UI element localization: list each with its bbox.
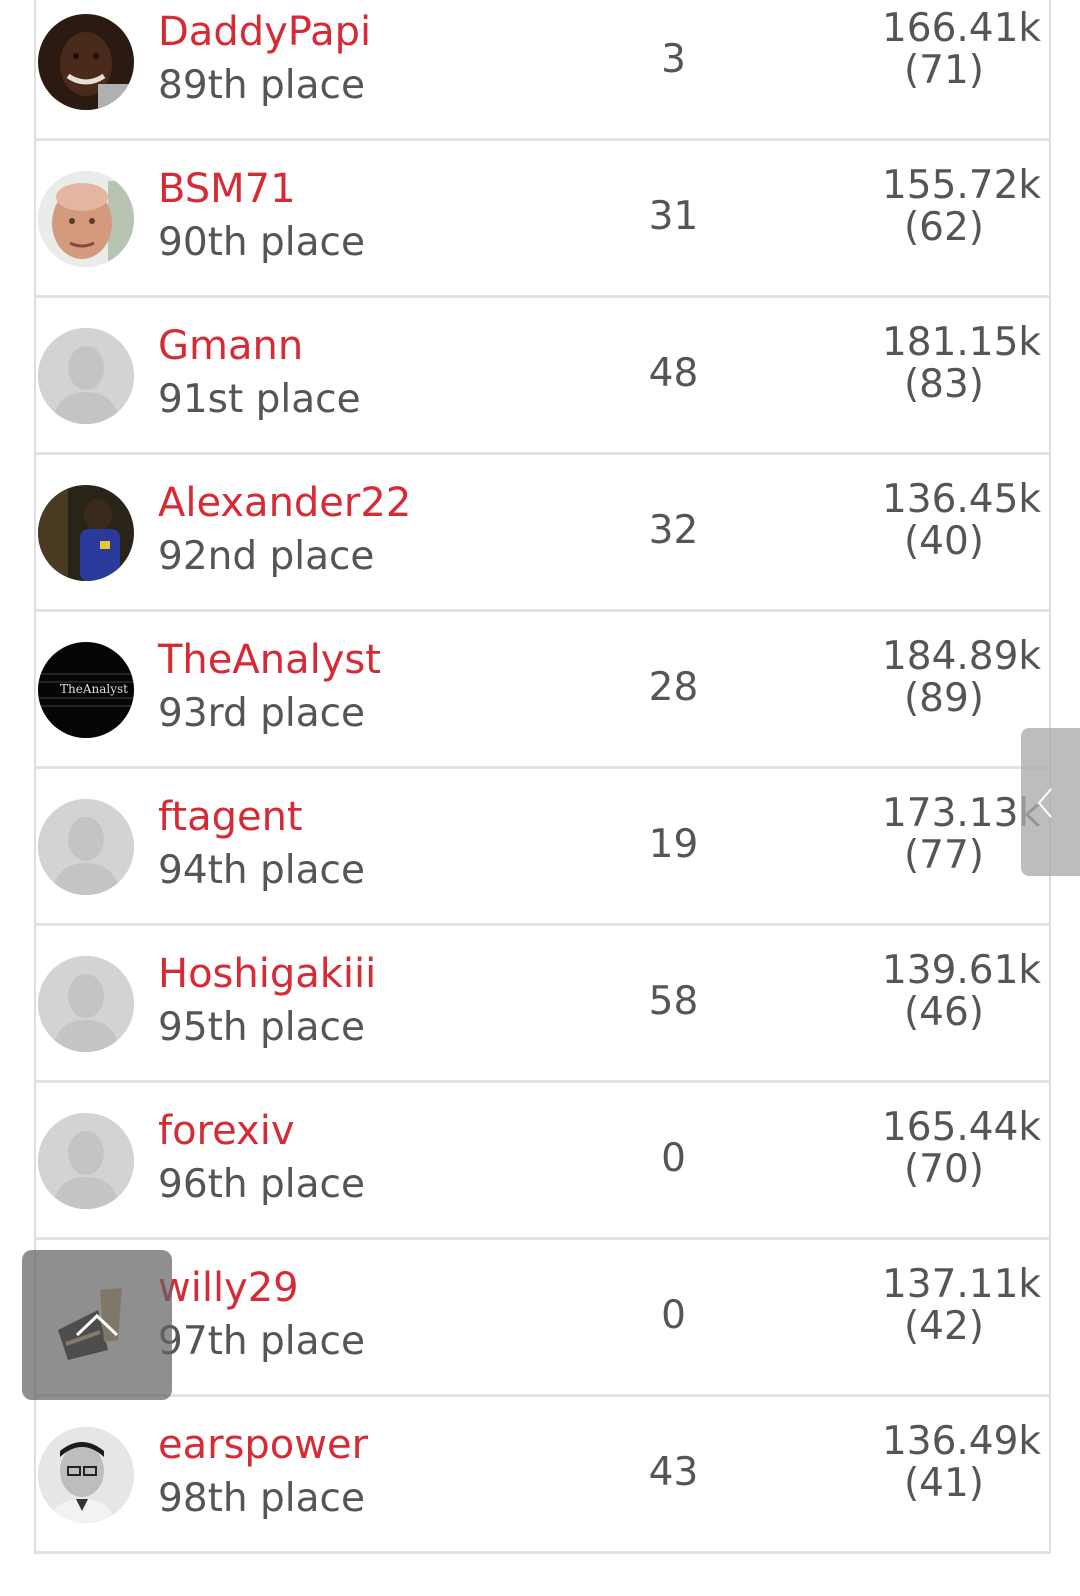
scroll-to-top-button[interactable]	[22, 1250, 172, 1400]
score-cell: 137.11k (42)	[841, 1264, 1041, 1348]
rank-value: (40)	[903, 519, 985, 564]
default-user-icon	[38, 956, 134, 1052]
rank-value: (71)	[903, 48, 985, 93]
score-cell: 181.15k (83)	[841, 322, 1041, 406]
place-label: 95th place	[158, 1005, 365, 1050]
place-label: 94th place	[158, 848, 365, 893]
default-user-icon	[38, 1113, 134, 1209]
count-value: 31	[648, 194, 699, 239]
leaderboard-row[interactable]: forexiv 96th place 0 165.44k (70)	[36, 1083, 1049, 1240]
user-name-link[interactable]: forexiv	[158, 1105, 294, 1157]
user-name-link[interactable]: ftagent	[158, 791, 303, 843]
leaderboard-row[interactable]: earspower 98th place 43 136.49k (41)	[36, 1397, 1049, 1554]
score-cell: 136.49k (41)	[841, 1421, 1041, 1505]
rank-value: (46)	[903, 990, 985, 1035]
leaderboard-page: DaddyPapi 89th place 3 166.41k (71) BSM7…	[0, 0, 1080, 1596]
count-value: 3	[661, 37, 686, 82]
score-cell: 173.13k (77)	[841, 793, 1041, 877]
theanalyst-logo-icon: TheAnalyst	[38, 642, 134, 738]
score-cell: 139.61k (46)	[841, 950, 1041, 1034]
chevron-up-icon	[75, 1313, 119, 1337]
side-drawer-tab[interactable]	[1021, 728, 1080, 876]
count-value: 0	[661, 1293, 686, 1338]
avatar-photo-icon	[38, 171, 134, 267]
leaderboard-row[interactable]: TheAnalyst TheAnalyst 93rd place 28 184.…	[36, 612, 1049, 769]
place-label: 91st place	[158, 377, 361, 422]
place-label: 93rd place	[158, 691, 366, 736]
score-cell: 166.41k (71)	[841, 8, 1041, 92]
count-value: 28	[648, 665, 699, 710]
leaderboard-row[interactable]: Hoshigakiii 95th place 58 139.61k (46)	[36, 926, 1049, 1083]
amount-value: 166.41k	[881, 6, 1041, 51]
avatar[interactable]	[38, 956, 134, 1052]
avatar[interactable]: TheAnalyst	[38, 642, 134, 738]
avatar-photo-icon	[38, 485, 134, 581]
rank-value: (70)	[903, 1147, 985, 1192]
rank-value: (62)	[903, 205, 985, 250]
place-label: 97th place	[158, 1319, 365, 1364]
amount-value: 165.44k	[881, 1105, 1041, 1150]
leaderboard-row[interactable]: willy29 97th place 0 137.11k (42)	[36, 1240, 1049, 1397]
rank-value: (83)	[903, 362, 985, 407]
user-name-link[interactable]: DaddyPapi	[158, 6, 371, 58]
avatar[interactable]	[38, 1113, 134, 1209]
leaderboard-row[interactable]: Alexander22 92nd place 32 136.45k (40)	[36, 455, 1049, 612]
count-value: 32	[648, 508, 699, 553]
amount-value: 173.13k	[881, 791, 1041, 836]
score-cell: 155.72k (62)	[841, 165, 1041, 249]
avatar-logo-text: TheAnalyst	[60, 682, 128, 696]
count-value: 0	[661, 1136, 686, 1181]
amount-value: 136.49k	[881, 1419, 1041, 1464]
user-name-link[interactable]: Hoshigakiii	[158, 948, 376, 1000]
user-name-link[interactable]: BSM71	[158, 163, 296, 215]
amount-value: 137.11k	[881, 1262, 1041, 1307]
leaderboard-row[interactable]: DaddyPapi 89th place 3 166.41k (71)	[36, 0, 1049, 141]
avatar-photo-icon	[38, 14, 134, 110]
amount-value: 184.89k	[881, 634, 1041, 679]
chevron-left-icon	[1037, 788, 1052, 818]
user-name-link[interactable]: Gmann	[158, 320, 303, 372]
leaderboard-row[interactable]: BSM71 90th place 31 155.72k (62)	[36, 141, 1049, 298]
count-value: 48	[648, 351, 699, 396]
user-name-link[interactable]: Alexander22	[158, 477, 411, 529]
rank-value: (41)	[903, 1461, 985, 1506]
default-user-icon	[38, 328, 134, 424]
avatar[interactable]	[38, 328, 134, 424]
user-name-link[interactable]: willy29	[158, 1262, 299, 1314]
user-name-link[interactable]: TheAnalyst	[158, 634, 381, 686]
leaderboard-list: DaddyPapi 89th place 3 166.41k (71) BSM7…	[34, 0, 1051, 1554]
score-cell: 136.45k (40)	[841, 479, 1041, 563]
amount-value: 139.61k	[881, 948, 1041, 993]
avatar[interactable]	[38, 171, 134, 267]
user-name-link[interactable]: earspower	[158, 1419, 368, 1471]
place-label: 90th place	[158, 220, 365, 265]
avatar-photo-icon	[38, 1427, 134, 1523]
amount-value: 136.45k	[881, 477, 1041, 522]
avatar[interactable]	[38, 1427, 134, 1523]
amount-value: 155.72k	[881, 163, 1041, 208]
count-value: 58	[648, 979, 699, 1024]
avatar[interactable]	[38, 14, 134, 110]
place-label: 96th place	[158, 1162, 365, 1207]
rank-value: (89)	[903, 676, 985, 721]
place-label: 98th place	[158, 1476, 365, 1521]
default-user-icon	[38, 799, 134, 895]
rank-value: (42)	[903, 1304, 985, 1349]
leaderboard-row[interactable]: ftagent 94th place 19 173.13k (77)	[36, 769, 1049, 926]
rank-value: (77)	[903, 833, 985, 878]
count-value: 43	[648, 1450, 699, 1495]
place-label: 89th place	[158, 63, 365, 108]
avatar[interactable]	[38, 799, 134, 895]
count-value: 19	[648, 822, 699, 867]
score-cell: 184.89k (89)	[841, 636, 1041, 720]
place-label: 92nd place	[158, 534, 375, 579]
score-cell: 165.44k (70)	[841, 1107, 1041, 1191]
leaderboard-row[interactable]: Gmann 91st place 48 181.15k (83)	[36, 298, 1049, 455]
amount-value: 181.15k	[881, 320, 1041, 365]
avatar[interactable]	[38, 485, 134, 581]
